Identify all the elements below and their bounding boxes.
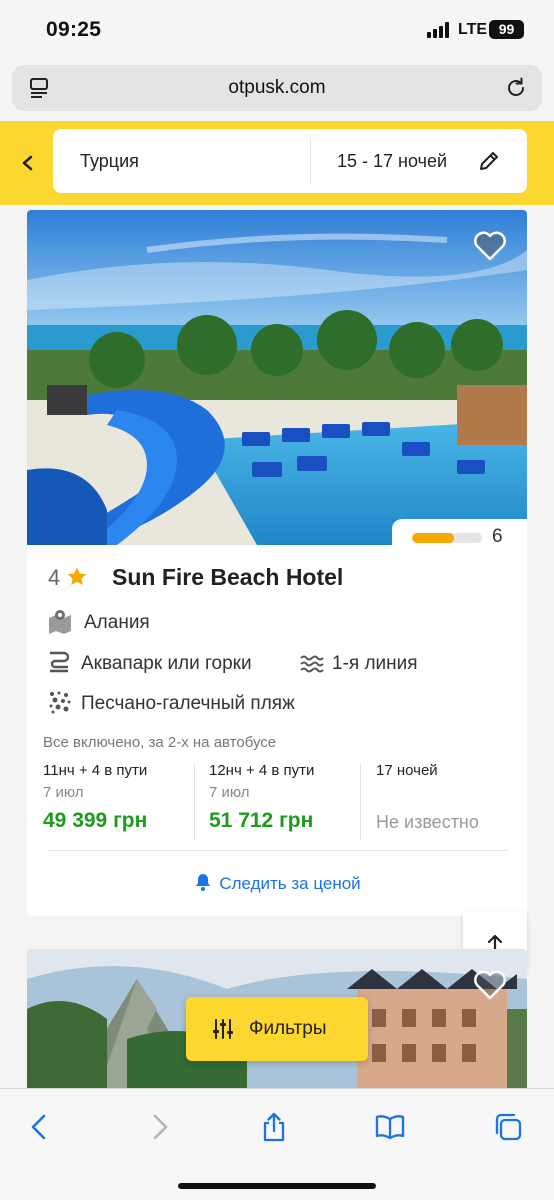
water-slide-icon xyxy=(50,651,70,673)
status-bar: 09:25 LTE 99 xyxy=(0,0,554,60)
sliders-icon xyxy=(213,1019,233,1039)
rating-badge: 6 xyxy=(392,519,527,555)
back-chevron-icon[interactable] xyxy=(14,149,42,177)
price-value[interactable]: 49 399 грн xyxy=(43,809,193,833)
url-text[interactable]: otpusk.com xyxy=(12,77,542,99)
hotel-name[interactable]: Sun Fire Beach Hotel xyxy=(112,564,343,591)
search-divider xyxy=(310,139,311,183)
address-bar[interactable]: otpusk.com xyxy=(12,65,542,111)
search-country[interactable]: Турция xyxy=(80,151,139,172)
hotel-photo[interactable] xyxy=(27,210,527,545)
price-divider xyxy=(194,763,195,841)
favorite-heart-icon[interactable] xyxy=(473,969,507,1001)
battery-icon: 99 xyxy=(489,20,524,39)
price-duration: 11нч + 4 в пути xyxy=(43,762,148,779)
tabs-icon[interactable] xyxy=(492,1111,524,1143)
price-date: 7 июл xyxy=(209,784,250,801)
forward-icon[interactable] xyxy=(143,1111,175,1143)
hotel-stars: 4 xyxy=(48,565,61,590)
status-time: 09:25 xyxy=(46,18,102,41)
search-summary[interactable]: Турция 15 - 17 ночей xyxy=(53,129,527,193)
hotel-location: Алания xyxy=(84,612,150,633)
price-duration: 17 ночей xyxy=(376,762,438,779)
bookmarks-icon[interactable] xyxy=(374,1111,406,1143)
edit-pencil-icon[interactable] xyxy=(477,149,501,173)
filters-label[interactable]: Фильтры xyxy=(249,1018,326,1040)
map-pin-icon xyxy=(49,610,71,634)
meal-info: Все включено, за 2-х на автобусе xyxy=(43,734,277,751)
feature-beach: Песчано-галечный пляж xyxy=(81,693,295,714)
network-label: LTE xyxy=(458,21,488,38)
price-option: 17 ночей Не известно xyxy=(376,762,516,842)
pebbles-icon xyxy=(49,691,71,714)
feature-aquapark: Аквапарк или горки xyxy=(81,653,252,674)
track-price-label[interactable]: Следить за ценой xyxy=(219,874,360,893)
price-value[interactable]: 51 712 грн xyxy=(209,809,359,833)
price-divider xyxy=(360,763,361,841)
price-option[interactable]: 11нч + 4 в пути 7 июл 49 399 грн xyxy=(43,762,193,842)
waves-icon xyxy=(300,655,324,673)
price-option[interactable]: 12нч + 4 в пути 7 июл 51 712 грн xyxy=(209,762,359,842)
search-nights[interactable]: 15 - 17 ночей xyxy=(337,151,447,172)
rating-bar xyxy=(412,533,482,543)
track-price-link[interactable]: Следить за ценой xyxy=(27,872,527,894)
reload-icon[interactable] xyxy=(504,76,528,100)
price-date xyxy=(376,784,516,801)
bell-icon xyxy=(196,874,211,891)
share-icon[interactable] xyxy=(258,1111,290,1143)
hotel-card[interactable]: 6 4 Sun Fire Beach Hotel Алания Аквапарк… xyxy=(27,210,527,916)
back-icon[interactable] xyxy=(24,1111,56,1143)
rating-fill xyxy=(412,533,454,543)
star-icon xyxy=(67,567,87,585)
search-header: Турция 15 - 17 ночей xyxy=(0,121,554,205)
price-duration: 12нч + 4 в пути xyxy=(209,762,315,779)
price-value: Не известно xyxy=(376,812,479,832)
rating-value: 6 xyxy=(492,526,503,547)
card-divider xyxy=(47,850,507,851)
home-indicator xyxy=(178,1183,376,1189)
favorite-heart-icon[interactable] xyxy=(473,230,507,262)
feature-first-line: 1-я линия xyxy=(332,653,418,674)
price-date: 7 июл xyxy=(43,784,84,801)
filters-button[interactable]: Фильтры xyxy=(186,997,368,1061)
signal-icon xyxy=(427,22,453,38)
